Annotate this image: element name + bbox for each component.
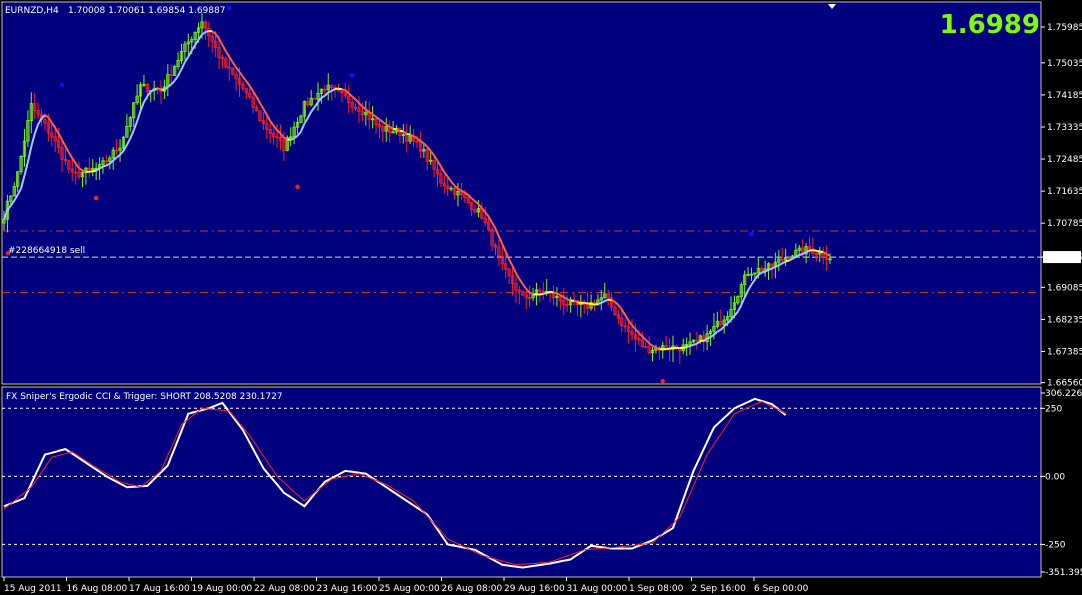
ma-segment: [205, 30, 210, 33]
indicator-tick-label: 0.00: [1045, 472, 1065, 482]
time-tick-label: 17 Aug 16:00: [129, 584, 190, 594]
fractal-dot: [295, 184, 300, 189]
indicator-tick-label: 250: [1045, 404, 1062, 414]
ma-segment: [570, 299, 575, 302]
big-price-label: 1.6989: [940, 10, 1040, 40]
ma-segment: [594, 302, 599, 306]
indicator-panel-background: [1, 386, 1042, 578]
ma-segment: [805, 249, 810, 254]
ma-segment: [812, 249, 817, 252]
trading-chart[interactable]: EURNZD,H4 1.70008 1.70061 1.69854 1.6988…: [0, 0, 1082, 595]
fractal-dot: [59, 82, 65, 88]
time-tick-label: 25 Aug 00:00: [379, 584, 440, 594]
ma-segment: [669, 346, 674, 350]
price-tick-label: 1.74185: [1047, 91, 1082, 101]
symbol-label: EURNZD,H4: [5, 6, 59, 16]
ma-segment: [816, 249, 820, 253]
ohlc-label: 1.70008 1.70061 1.69854 1.69887: [68, 6, 225, 16]
fractal-dot: [749, 231, 754, 237]
time-tick-label: 2 Sep 16:00: [692, 584, 747, 594]
ma-segment: [396, 128, 401, 132]
fractal-dot: [660, 378, 665, 384]
ma-segment: [584, 301, 588, 305]
price-panel-background: [1, 1, 1042, 385]
ma-segment: [573, 300, 578, 304]
fractal-dot: [227, 6, 232, 11]
indicator-tick-label: -351.395: [1045, 568, 1082, 578]
time-tick-label: 15 Aug 2011: [4, 584, 62, 594]
ma-segment: [153, 87, 158, 91]
time-tick-label: 16 Aug 08:00: [67, 584, 128, 594]
ma-segment: [406, 132, 411, 136]
price-tick-label: 1.73335: [1047, 123, 1082, 133]
ma-segment: [89, 170, 93, 173]
ma-segment: [399, 129, 404, 133]
time-tick-label: 26 Aug 08:00: [442, 584, 503, 594]
time-tick-label: 1 Sep 08:00: [629, 584, 684, 594]
price-tick-label: 1.69887: [1047, 253, 1082, 263]
ma-segment: [785, 259, 790, 263]
ma-segment: [539, 292, 544, 296]
time-tick-label: 23 Aug 16:00: [317, 584, 378, 594]
ma-segment: [774, 264, 780, 268]
ma-segment: [553, 291, 558, 295]
time-tick-label: 22 Aug 08:00: [254, 584, 315, 594]
ma-segment: [283, 137, 288, 141]
price-tick-label: 1.69085: [1047, 283, 1082, 293]
time-tick-label: 19 Aug 00:00: [192, 584, 253, 594]
order-label: #228664918 sell: [8, 246, 85, 256]
price-tick-label: 1.75985: [1047, 23, 1082, 33]
ma-segment: [683, 346, 687, 349]
indicator-tick-label: 306.2261: [1045, 389, 1082, 399]
price-panel[interactable]: EURNZD,H4 1.70008 1.70061 1.69854 1.6988…: [1, 1, 1042, 385]
ma-segment: [556, 292, 561, 296]
indicator-title: FX Sniper's Ergodic CCI & Trigger: SHORT…: [6, 392, 283, 402]
ma-segment: [761, 270, 766, 274]
ma-segment: [686, 344, 691, 349]
ma-segment: [542, 291, 547, 295]
time-tick-label: 29 Aug 16:00: [504, 584, 565, 594]
time-tick-label: 6 Sep 00:00: [754, 584, 809, 594]
ma-segment: [338, 87, 343, 91]
ma-segment: [700, 339, 704, 343]
ma-segment: [693, 342, 698, 346]
price-tick-label: 1.72485: [1047, 155, 1082, 165]
ma-segment: [409, 133, 414, 138]
ma-segment: [607, 298, 612, 302]
price-tick-label: 1.67385: [1047, 347, 1082, 357]
ma-segment: [341, 88, 346, 92]
ma-segment: [82, 169, 87, 173]
indicator-panel[interactable]: FX Sniper's Ergodic CCI & Trigger: SHORT…: [1, 386, 1042, 578]
ma-segment: [287, 138, 291, 141]
ma-segment: [666, 347, 670, 351]
ma-segment: [102, 164, 107, 168]
price-tick-label: 1.75035: [1047, 59, 1082, 69]
time-tick-label: 31 Aug 00:00: [567, 584, 628, 594]
price-tick-label: 1.68235: [1047, 315, 1082, 325]
fractal-dot: [93, 195, 99, 201]
ma-segment: [546, 291, 551, 294]
ma-segment: [157, 87, 162, 91]
ma-segment: [798, 253, 803, 256]
ma-segment: [597, 301, 602, 305]
indicator-tick-label: -250: [1045, 540, 1066, 550]
ma-segment: [689, 343, 694, 347]
ma-segment: [819, 250, 824, 254]
price-tick-label: 1.70785: [1047, 219, 1082, 229]
ma-segment: [652, 344, 657, 349]
ma-segment: [566, 298, 571, 302]
ma-segment: [92, 169, 97, 173]
ma-segment: [768, 267, 773, 271]
fractal-dot: [349, 73, 355, 78]
ma-segment: [590, 302, 595, 306]
price-tick-label: 1.71635: [1047, 187, 1082, 197]
ma-segment: [392, 127, 397, 131]
price-tick-label: 1.66560: [1047, 379, 1082, 389]
